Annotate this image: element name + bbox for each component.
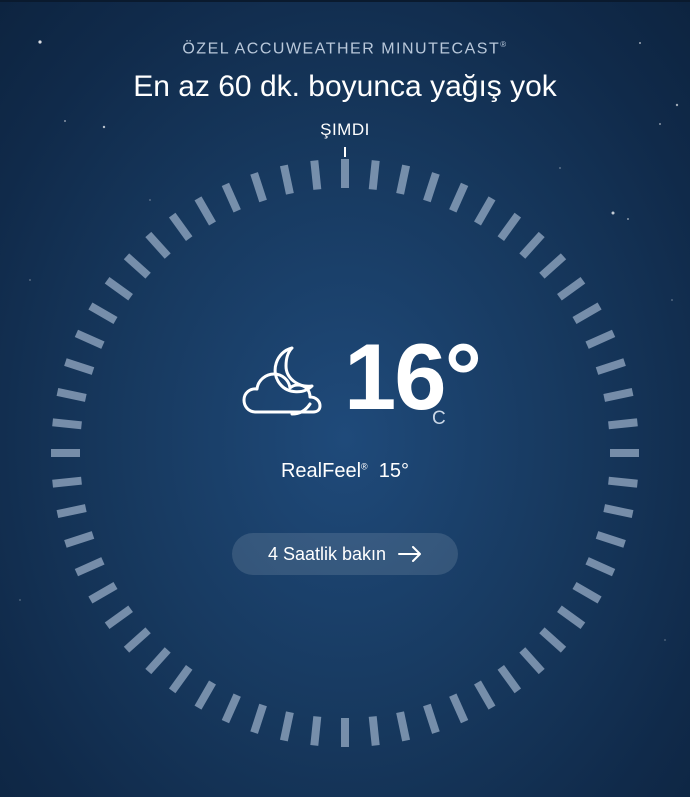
minute-tick — [449, 182, 469, 213]
partly-cloudy-night-icon — [242, 346, 322, 416]
minute-tick — [221, 693, 241, 724]
minute-tick — [557, 605, 586, 630]
minute-tick — [585, 329, 616, 349]
minute-tick — [539, 253, 567, 279]
minute-tick — [123, 627, 151, 653]
minute-tick — [250, 703, 267, 734]
minute-tick — [279, 711, 294, 742]
minute-tick — [608, 418, 638, 430]
minute-tick — [449, 693, 469, 724]
temperature-unit: C — [432, 408, 446, 429]
minute-tick — [595, 358, 626, 375]
arrow-right-icon — [398, 546, 422, 562]
realfeel-value: 15° — [378, 460, 410, 482]
minute-tick — [423, 703, 440, 734]
minute-tick — [52, 418, 82, 430]
minute-tick — [104, 276, 133, 301]
minute-tick — [396, 164, 411, 195]
minute-tick — [474, 196, 496, 226]
minute-tick — [497, 665, 522, 694]
minute-tick — [168, 212, 193, 241]
minute-tick — [539, 627, 567, 653]
minute-tick — [145, 231, 171, 259]
minute-tick — [368, 716, 380, 746]
minute-tick — [104, 605, 133, 630]
minute-tick — [595, 531, 626, 548]
minute-tick — [310, 716, 322, 746]
minute-tick — [497, 212, 522, 241]
minute-tick — [145, 647, 171, 675]
minute-tick — [123, 253, 151, 279]
minute-tick — [74, 329, 105, 349]
hourly-forecast-label: 4 Saatlik bakın — [267, 543, 387, 564]
minute-tick — [603, 504, 634, 519]
minute-tick — [88, 302, 118, 324]
minute-tick — [603, 387, 634, 402]
minute-tick — [396, 711, 411, 742]
realfeel: RealFeel® 15° — [280, 460, 410, 482]
minute-tick — [194, 680, 216, 710]
minute-tick — [194, 196, 216, 226]
minute-tick — [368, 160, 380, 190]
minute-tick — [221, 182, 241, 213]
minute-tick — [585, 557, 616, 577]
minute-tick — [88, 582, 118, 604]
minute-tick — [519, 231, 545, 259]
minute-tick — [279, 164, 294, 195]
minute-tick — [250, 172, 267, 203]
minute-tick — [519, 647, 545, 675]
minute-tick — [423, 172, 440, 203]
minute-tick — [168, 665, 193, 694]
minute-tick — [64, 358, 95, 375]
minute-tick — [474, 680, 496, 710]
minute-tick — [572, 582, 602, 604]
minute-tick — [64, 531, 95, 548]
minute-tick — [310, 160, 322, 190]
current-temperature: 16° — [344, 324, 482, 429]
minute-tick — [56, 387, 87, 402]
minute-tick — [557, 276, 586, 301]
minute-tick — [74, 557, 105, 577]
minute-tick — [572, 302, 602, 324]
hourly-forecast-button[interactable]: 4 Saatlik bakın — [232, 533, 458, 575]
minute-tick — [56, 504, 87, 519]
